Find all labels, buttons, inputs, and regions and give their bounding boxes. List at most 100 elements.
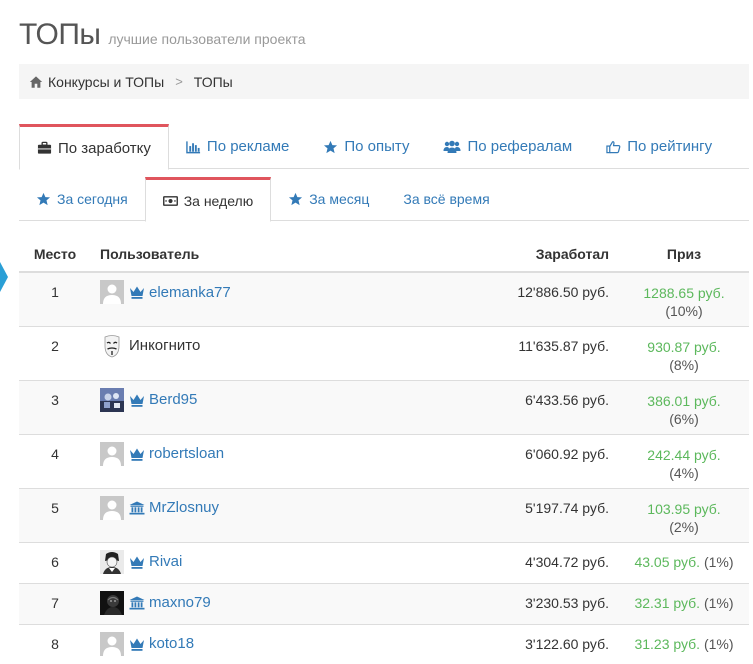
place-cell: 6 xyxy=(19,541,91,583)
tab-all-time[interactable]: За всё время xyxy=(386,177,506,221)
period-tabs: За сегодня За неделю За месяц За всё вре… xyxy=(19,177,749,222)
user-cell: Berd95 xyxy=(91,379,397,434)
breadcrumb-home-label: Конкурсы и ТОПы xyxy=(48,73,165,90)
home-icon xyxy=(29,75,43,88)
default-avatar xyxy=(100,495,124,520)
default-avatar xyxy=(100,631,124,656)
prize-percent: (1%) xyxy=(703,594,734,611)
breadcrumb: Конкурсы и ТОПы > ТОПы xyxy=(19,64,749,99)
tab-by-earnings-label: По заработку xyxy=(58,139,151,157)
prize-cell: 43.05 руб. (1%) xyxy=(619,541,749,583)
user-cell: Инкогнито xyxy=(91,325,397,380)
user-cell: Rivai xyxy=(91,541,397,583)
earned-cell: 5'197.74 руб. xyxy=(396,487,619,542)
user-link[interactable]: Rivai xyxy=(149,553,182,570)
prize-cell: 930.87 руб. (8%) xyxy=(619,325,749,380)
earned-cell: 4'304.72 руб. xyxy=(396,541,619,583)
breadcrumb-home[interactable]: Конкурсы и ТОПы xyxy=(29,74,164,90)
user-name: Инкогнито xyxy=(129,337,201,354)
crown-icon xyxy=(130,556,144,569)
prize-cell: 1288.65 руб. (10%) xyxy=(619,271,749,326)
prize-percent: (1%) xyxy=(703,553,734,570)
prize-amount: 242.44 руб. xyxy=(647,446,721,463)
prize-amount: 103.95 руб. xyxy=(647,500,721,517)
thumbs-up-icon xyxy=(606,140,621,153)
user-link[interactable]: elemanka77 xyxy=(149,284,231,301)
prize-amount: 386.01 руб. xyxy=(647,392,721,409)
star-icon xyxy=(324,140,338,153)
default-avatar xyxy=(100,280,124,304)
prize-cell: 31.23 руб. (1%) xyxy=(619,623,749,664)
crown-icon xyxy=(130,638,144,651)
photo-avatar xyxy=(100,387,124,412)
bank-icon xyxy=(129,596,145,609)
breadcrumb-separator: > xyxy=(175,74,183,89)
table-row: 7 maxno79 3'230.53 руб. 32.31 руб. (1%) xyxy=(19,582,749,624)
user-link[interactable]: koto18 xyxy=(149,635,194,652)
tab-by-rating[interactable]: По рейтингу xyxy=(589,124,729,169)
bar-chart-icon xyxy=(186,140,200,153)
header-earned: Заработал xyxy=(396,236,619,273)
category-tabs: По заработку По рекламе По опыту По рефе… xyxy=(19,124,749,170)
place-cell: 8 xyxy=(19,623,91,664)
table-row: 3 Berd95 6'433.56 руб. 386.01 руб. (6%) xyxy=(19,379,749,434)
earned-cell: 12'886.50 руб. xyxy=(396,271,619,326)
place-cell: 3 xyxy=(19,379,91,434)
tab-by-rating-label: По рейтингу xyxy=(627,138,713,155)
tab-by-referrals[interactable]: По рефералам xyxy=(426,124,589,169)
tab-by-referrals-label: По рефералам xyxy=(467,138,573,155)
money-icon xyxy=(162,195,178,206)
side-arrow-icon[interactable] xyxy=(0,262,8,292)
tab-by-earnings[interactable]: По заработку xyxy=(19,124,169,170)
prize-percent: (8%) xyxy=(669,356,699,373)
tab-today[interactable]: За сегодня xyxy=(19,177,145,221)
prize-percent: (1%) xyxy=(703,635,734,652)
header-user: Пользователь xyxy=(91,236,397,273)
table-row: 4 robertsloan 6'060.92 руб. 242.44 руб. … xyxy=(19,433,749,488)
prize-percent: (6%) xyxy=(669,410,699,427)
user-link[interactable]: MrZlosnuy xyxy=(149,499,219,516)
tab-by-ads[interactable]: По рекламе xyxy=(169,124,306,169)
top-users-table: Место Пользователь Заработал Приз 1 elem… xyxy=(19,236,749,664)
tab-month[interactable]: За месяц xyxy=(271,177,386,221)
prize-cell: 32.31 руб. (1%) xyxy=(619,582,749,624)
user-cell: koto18 xyxy=(91,623,397,664)
user-link[interactable]: robertsloan xyxy=(149,445,224,462)
table-row: 1 elemanka77 12'886.50 руб. 1288.65 руб.… xyxy=(19,271,749,326)
prize-amount: 43.05 руб. xyxy=(634,553,701,570)
user-cell: maxno79 xyxy=(91,582,397,624)
page-header: ТОПы лучшие пользователи проекта xyxy=(19,18,306,52)
user-cell: MrZlosnuy xyxy=(91,487,397,542)
tab-week[interactable]: За неделю xyxy=(144,177,272,222)
tab-today-label: За сегодня xyxy=(57,191,128,207)
tab-month-label: За месяц xyxy=(309,191,370,207)
prize-percent: (2%) xyxy=(669,518,699,535)
prize-amount: 31.23 руб. xyxy=(634,635,701,652)
crown-icon xyxy=(130,394,144,407)
earned-cell: 6'433.56 руб. xyxy=(396,379,619,434)
tab-by-experience[interactable]: По опыту xyxy=(306,124,426,169)
header-place: Место xyxy=(19,236,91,273)
prize-cell: 242.44 руб. (4%) xyxy=(619,433,749,488)
tab-week-label: За неделю xyxy=(183,192,254,209)
prize-cell: 386.01 руб. (6%) xyxy=(619,379,749,434)
user-link[interactable]: Berd95 xyxy=(149,391,197,408)
tab-by-ads-label: По рекламе xyxy=(206,138,290,155)
table-row: 8 koto18 3'122.60 руб. 31.23 руб. (1%) xyxy=(19,623,749,664)
user-cell: elemanka77 xyxy=(91,271,397,326)
table-row: 6 Rivai 4'304.72 руб. 43.05 руб. (1%) xyxy=(19,541,749,583)
earned-cell: 6'060.92 руб. xyxy=(396,433,619,488)
crown-icon xyxy=(130,448,144,461)
tab-by-experience-label: По опыту xyxy=(344,138,410,155)
star-icon xyxy=(289,192,303,206)
place-cell: 5 xyxy=(19,487,91,542)
bank-icon xyxy=(129,501,145,514)
crown-icon xyxy=(130,286,144,299)
photo-avatar xyxy=(100,590,124,615)
place-cell: 1 xyxy=(19,271,91,326)
user-link[interactable]: maxno79 xyxy=(149,594,211,611)
anonymous-mask-avatar xyxy=(100,333,124,358)
earned-cell: 11'635.87 руб. xyxy=(396,325,619,380)
tab-all-time-label: За всё время xyxy=(403,191,490,207)
table-header-row: Место Пользователь Заработал Приз xyxy=(19,236,749,273)
